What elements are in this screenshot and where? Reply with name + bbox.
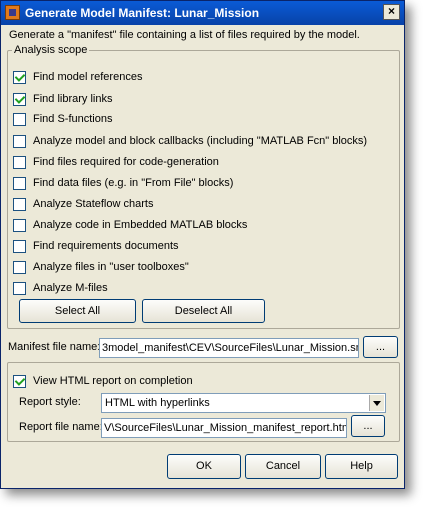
help-button[interactable]: Help: [325, 454, 398, 479]
report-file-input[interactable]: V\SourceFiles\Lunar_Mission_manifest_rep…: [101, 418, 347, 438]
option-analyze-callbacks[interactable]: Analyze model and block callbacks (inclu…: [13, 133, 367, 149]
window-title: Generate Model Manifest: Lunar_Mission: [25, 6, 260, 20]
chevron-down-icon[interactable]: [369, 395, 384, 411]
manifest-file-label: Manifest file name:: [8, 341, 101, 353]
checkbox-icon[interactable]: [13, 155, 26, 169]
report-browse-button[interactable]: ...: [351, 415, 385, 437]
checkbox-checked-icon[interactable]: [13, 374, 26, 388]
checkbox-icon[interactable]: [13, 134, 26, 148]
option-find-model-references[interactable]: Find model references: [13, 69, 142, 85]
ok-button[interactable]: OK: [167, 454, 241, 479]
option-label: Find files required for code-generation: [33, 156, 219, 168]
option-analyze-embedded-matlab[interactable]: Analyze code in Embedded MATLAB blocks: [13, 217, 247, 233]
option-label: Find library links: [33, 93, 113, 105]
checkbox-icon[interactable]: [13, 197, 26, 211]
option-label: Analyze model and block callbacks (inclu…: [33, 135, 368, 147]
manifest-dialog: Generate Model Manifest: Lunar_Mission ×…: [0, 0, 405, 489]
option-label: Analyze files in "user toolboxes": [33, 261, 189, 273]
simulink-app-icon: [5, 5, 20, 20]
option-analyze-m-files[interactable]: Analyze M-files: [13, 280, 108, 296]
option-label: Analyze code in Embedded MATLAB blocks: [33, 219, 248, 231]
report-file-label: Report file name:: [19, 421, 103, 433]
manifest-browse-button[interactable]: ...: [363, 336, 398, 358]
select-all-button[interactable]: Select All: [19, 299, 136, 323]
dialog-description: Generate a "manifest" file containing a …: [9, 29, 360, 41]
option-find-library-links[interactable]: Find library links: [13, 91, 112, 107]
checkbox-checked-icon[interactable]: [13, 70, 26, 84]
option-label: Find requirements documents: [33, 240, 179, 252]
checkbox-icon[interactable]: [13, 281, 26, 295]
checkbox-icon[interactable]: [13, 176, 26, 190]
option-label: Find model references: [33, 71, 143, 83]
analysis-scope-legend: Analysis scope: [14, 44, 88, 56]
title-bar[interactable]: Generate Model Manifest: Lunar_Mission ×: [1, 1, 404, 25]
option-label: Analyze Stateflow charts: [33, 198, 154, 210]
cancel-button[interactable]: Cancel: [245, 454, 321, 479]
option-label: Find data files (e.g. in "From File" blo…: [33, 177, 234, 189]
option-analyze-user-toolboxes[interactable]: Analyze files in "user toolboxes": [13, 259, 189, 275]
option-analyze-stateflow[interactable]: Analyze Stateflow charts: [13, 196, 153, 212]
option-label: Analyze M-files: [33, 282, 108, 294]
report-style-value: HTML with hyperlinks: [105, 397, 210, 409]
checkbox-checked-icon[interactable]: [13, 92, 26, 106]
checkbox-icon[interactable]: [13, 112, 26, 126]
option-find-s-functions[interactable]: Find S-functions: [13, 111, 112, 127]
report-style-label: Report style:: [19, 396, 81, 408]
option-find-requirements[interactable]: Find requirements documents: [13, 238, 179, 254]
checkbox-icon[interactable]: [13, 260, 26, 274]
checkbox-icon[interactable]: [13, 239, 26, 253]
option-find-data-files[interactable]: Find data files (e.g. in "From File" blo…: [13, 175, 233, 191]
view-html-report-label: View HTML report on completion: [33, 375, 193, 387]
option-find-codegen-files[interactable]: Find files required for code-generation: [13, 154, 219, 170]
close-button[interactable]: ×: [383, 4, 400, 20]
deselect-all-button[interactable]: Deselect All: [142, 299, 265, 323]
view-html-report-option[interactable]: View HTML report on completion: [13, 373, 193, 389]
option-label: Find S-functions: [33, 113, 113, 125]
report-style-select[interactable]: HTML with hyperlinks: [101, 393, 386, 413]
checkbox-icon[interactable]: [13, 218, 26, 232]
manifest-file-input[interactable]: 3model_manifest\CEV\SourceFiles\Lunar_Mi…: [99, 338, 359, 358]
